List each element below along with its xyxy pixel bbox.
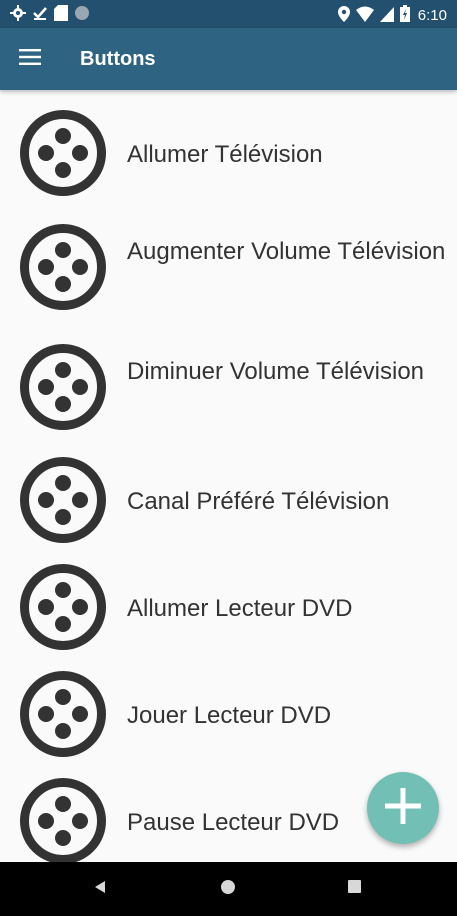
button-dots-icon <box>20 457 106 543</box>
wifi-icon <box>355 6 374 27</box>
back-icon <box>93 880 107 899</box>
recents-button[interactable] <box>344 879 364 899</box>
button-label: Allumer Télévision <box>127 141 323 168</box>
list-item[interactable]: Allumer Lecteur DVD <box>0 564 457 671</box>
button-dots-icon <box>20 110 106 196</box>
button-label: Diminuer Volume Télévision <box>127 358 425 385</box>
check-download-icon <box>32 5 48 26</box>
back-button[interactable] <box>90 879 110 899</box>
recents-icon <box>347 880 361 898</box>
navigation-bar <box>0 862 457 916</box>
hamburger-menu-icon <box>19 48 41 70</box>
home-icon <box>220 879 236 900</box>
signal-icon <box>379 6 394 27</box>
list-item[interactable]: Allumer Télévision <box>0 90 457 217</box>
button-label: Jouer Lecteur DVD <box>127 702 332 729</box>
page-title: Buttons <box>80 48 156 70</box>
app-bar: Buttons <box>0 28 457 90</box>
button-label: Augmenter Volume Télévision <box>127 238 446 265</box>
button-label: Canal Préféré Télévision <box>127 488 390 515</box>
button-dots-icon <box>20 344 106 430</box>
home-button[interactable] <box>218 879 238 899</box>
button-dots-icon <box>20 564 106 650</box>
plus-icon <box>385 787 421 829</box>
list-item[interactable]: Jouer Lecteur DVD <box>0 671 457 778</box>
gear-icon <box>10 5 26 26</box>
button-list: Allumer Télévision Augmenter Volume Télé… <box>0 90 457 862</box>
button-label: Allumer Lecteur DVD <box>127 595 353 622</box>
add-button[interactable] <box>367 772 439 844</box>
sd-card-icon <box>54 5 68 26</box>
battery-icon <box>399 5 410 27</box>
location-icon <box>337 5 350 27</box>
list-item[interactable]: Canal Préféré Télévision <box>0 457 457 564</box>
menu-button[interactable] <box>13 43 47 75</box>
list-item[interactable]: Augmenter Volume Télévision <box>0 217 457 337</box>
button-dots-icon <box>20 224 106 310</box>
button-dots-icon <box>20 671 106 757</box>
circle-icon <box>74 5 90 26</box>
status-bar: 6:10 <box>0 0 457 28</box>
button-dots-icon <box>20 778 106 862</box>
status-time: 6:10 <box>417 7 447 24</box>
list-item[interactable]: Diminuer Volume Télévision <box>0 337 457 457</box>
